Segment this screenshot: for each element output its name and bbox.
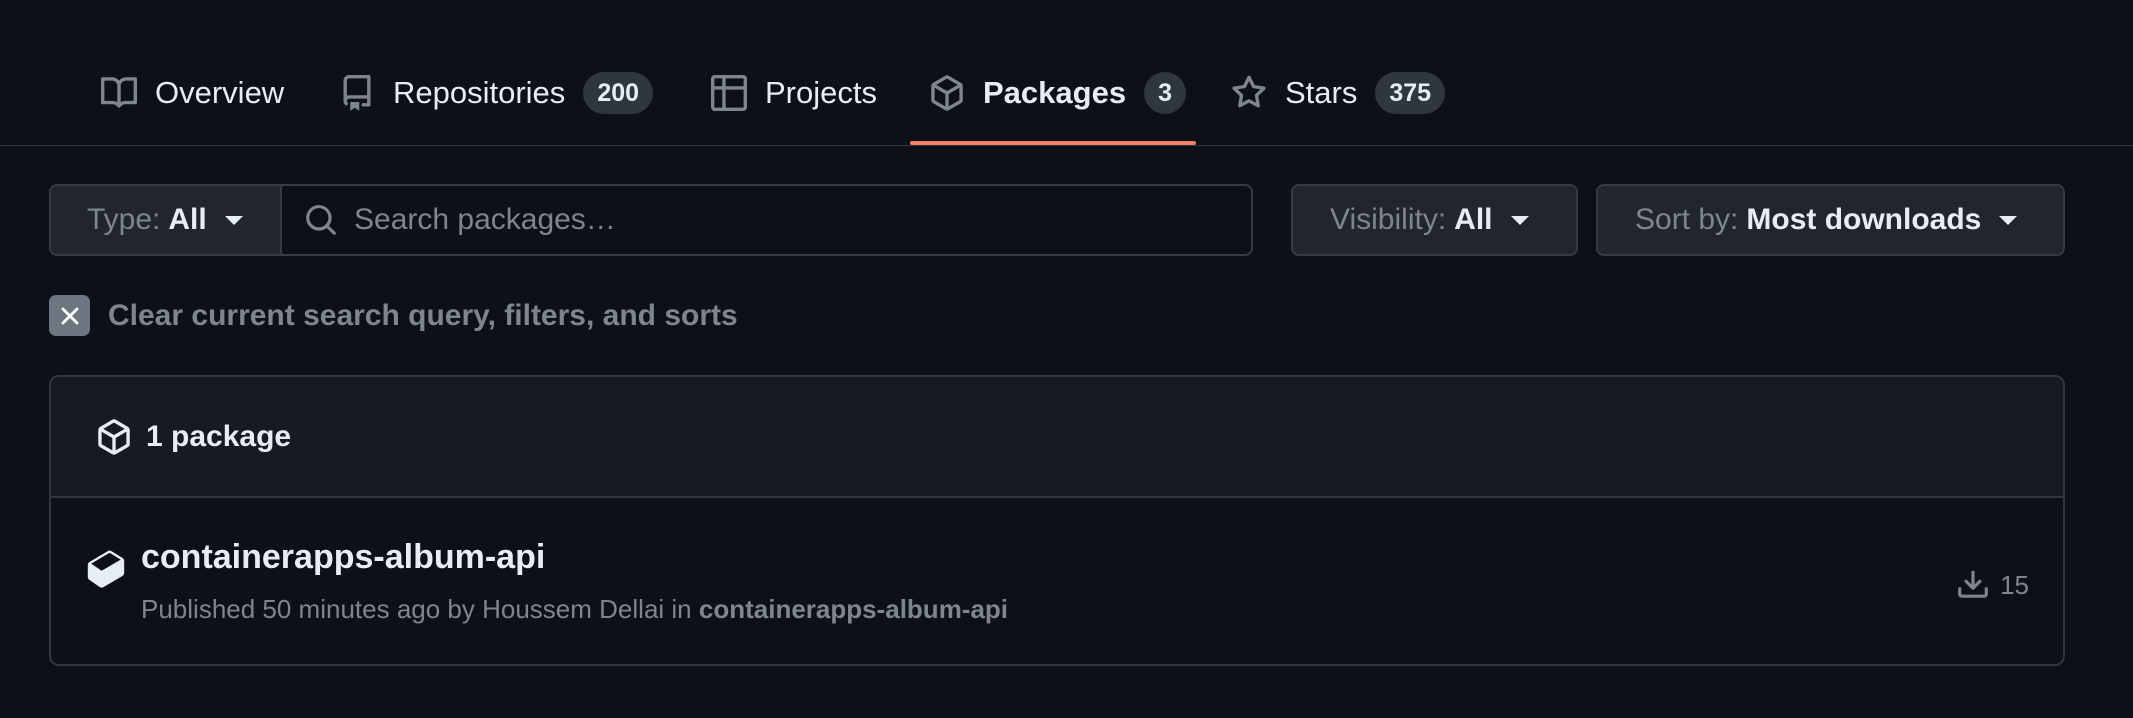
package-meta: Published 50 minutes ago by Houssem Dell…: [141, 594, 1008, 625]
visibility-filter-dropdown[interactable]: Visibility: All: [1291, 184, 1578, 256]
caret-down-icon: [1510, 215, 1529, 225]
tab-packages-label: Packages: [983, 75, 1127, 110]
type-filter-value: All: [168, 203, 207, 236]
tab-packages[interactable]: Packages 3: [929, 62, 1186, 124]
table-icon: [711, 75, 747, 111]
download-count-value: 15: [2000, 569, 2029, 600]
tab-repositories[interactable]: Repositories 200: [339, 62, 654, 124]
search-packages-input[interactable]: [352, 202, 1236, 238]
tab-projects[interactable]: Projects: [711, 62, 877, 124]
close-icon: [61, 307, 78, 324]
list-item: containerapps-album-api Published 50 min…: [51, 498, 2063, 664]
sort-value: Most downloads: [1746, 203, 1982, 236]
visibility-filter-prefix: Visibility:: [1330, 203, 1447, 236]
book-icon: [101, 77, 137, 108]
profile-tab-nav: Overview Repositories 200 Projects Packa…: [0, 0, 2133, 146]
search-packages-field[interactable]: [280, 184, 1253, 256]
repository-link[interactable]: containerapps-album-api: [699, 594, 1008, 624]
caret-down-icon: [224, 215, 243, 225]
clear-button[interactable]: [49, 295, 90, 336]
selected-tab-underline: [910, 141, 1196, 145]
download-count: 15: [1956, 568, 2029, 602]
package-count: 1 package: [146, 419, 292, 453]
tab-projects-label: Projects: [765, 75, 877, 110]
package-list-header: 1 package: [51, 377, 2063, 498]
clear-filters-link[interactable]: Clear current search query, filters, and…: [49, 295, 738, 336]
package-icon: [931, 75, 963, 111]
sort-dropdown[interactable]: Sort by: Most downloads: [1596, 184, 2065, 256]
tab-repositories-label: Repositories: [393, 75, 566, 110]
type-filter-dropdown[interactable]: Type: All: [49, 184, 282, 256]
repositories-counter: 200: [583, 72, 654, 114]
caret-down-icon: [1999, 215, 2018, 225]
clear-filters-label: Clear current search query, filters, and…: [108, 298, 738, 332]
type-filter-prefix: Type:: [87, 203, 161, 236]
download-icon: [1958, 570, 1988, 598]
visibility-filter-value: All: [1454, 203, 1493, 236]
tab-stars-label: Stars: [1285, 75, 1358, 110]
package-icon: [98, 418, 130, 455]
package-list: 1 package containerapps-album-api Publis…: [49, 375, 2065, 666]
container-icon: [87, 550, 125, 588]
stars-counter: 375: [1375, 72, 1446, 114]
package-name-link[interactable]: containerapps-album-api: [141, 538, 545, 577]
star-icon: [1232, 75, 1266, 108]
published-info: Published 50 minutes ago by Houssem Dell…: [141, 594, 692, 624]
repo-icon: [343, 75, 371, 111]
packages-counter: 3: [1144, 72, 1186, 114]
tab-overview-label: Overview: [155, 75, 285, 110]
search-icon: [306, 205, 336, 235]
sort-prefix: Sort by:: [1635, 203, 1739, 236]
tab-overview[interactable]: Overview: [101, 62, 284, 124]
tab-stars[interactable]: Stars 375: [1231, 62, 1446, 124]
